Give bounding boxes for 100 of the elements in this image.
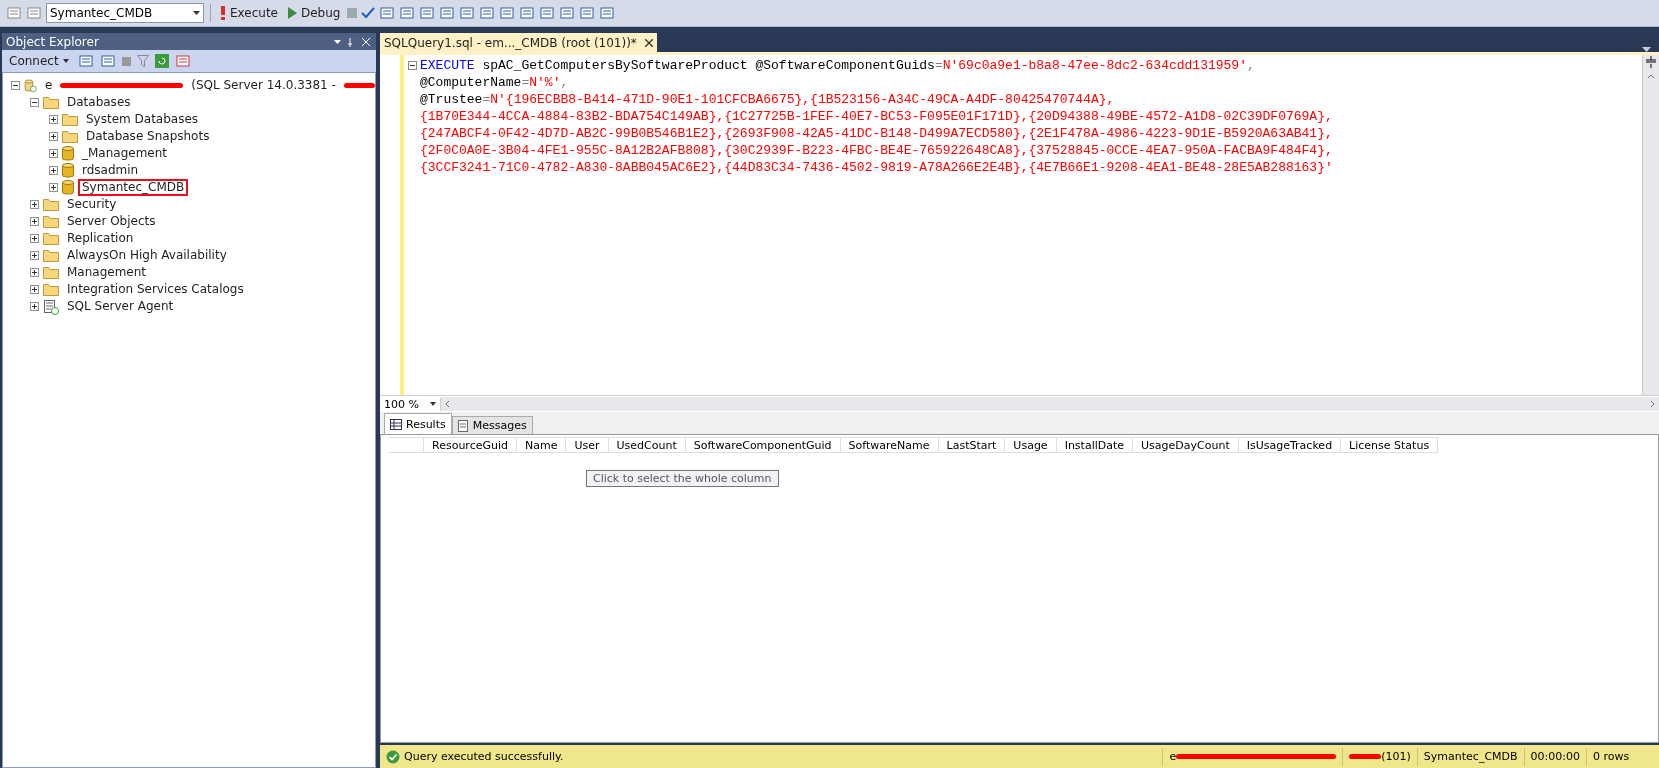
tree-item[interactable]: rdsadmin [78,162,143,179]
expand-icon[interactable] [30,251,39,260]
grid-icon [390,418,402,430]
caret-icon [430,402,436,406]
expand-icon[interactable] [49,115,58,124]
toolbar-icon[interactable] [439,5,456,21]
column-header[interactable]: ResourceGuid [424,437,517,453]
row-header [389,437,424,453]
redaction-mark [1349,754,1382,759]
expand-icon[interactable] [49,149,58,158]
column-header[interactable]: UsageDayCount [1133,437,1239,453]
tree-item[interactable]: SQL Server Agent [63,298,178,315]
database-icon [62,146,74,161]
caret-icon [62,59,69,63]
tree-item[interactable]: Management [63,264,151,281]
status-message: Query executed successfully. [404,750,564,763]
tree-item[interactable]: Symantec_CMDB [78,179,189,196]
expand-icon[interactable] [49,166,58,175]
tree-item[interactable]: System Databases [82,111,203,128]
database-icon [62,163,74,178]
refresh-icon[interactable] [154,54,169,68]
expand-icon[interactable] [30,268,39,277]
tree-item[interactable]: Security [63,196,121,213]
database-name: Symantec_CMDB [1423,750,1518,763]
panel-controls-icon[interactable] [332,36,372,47]
document-tab[interactable]: SQLQuery1.sql - em..._CMDB (root (101))* [380,33,657,52]
toolbar-icon[interactable] [399,5,416,21]
server-icon [24,77,38,94]
checkmark-icon[interactable] [361,7,376,19]
column-header[interactable]: SoftwareComponentGuid [685,437,841,453]
column-header[interactable]: License Status [1341,437,1439,453]
expand-icon[interactable] [30,217,39,226]
folder-icon [43,198,59,211]
toolbar-icon[interactable] [539,5,556,21]
collapse-icon[interactable] [11,81,20,90]
expand-icon[interactable] [30,302,39,311]
toolbar-icon[interactable] [379,5,396,21]
toolbar-icon[interactable] [499,5,516,21]
toolbar-icon[interactable] [26,5,42,21]
tree-item[interactable]: AlwaysOn High Availability [63,247,231,264]
tree-item[interactable]: Replication [63,230,138,247]
user-name: (101) [1381,750,1411,763]
filter-icon[interactable] [136,55,149,67]
code-line: {2F0C0A0E-3B04-4FE1-955C-8A12B2AFB808},{30C2939F-B223-4FBC-BE4E-765922648CA8},{37528845-0CCE-4EA7-950A-FACBA9F484F4}, [420,142,1333,159]
toolbar-icon[interactable] [519,5,536,21]
debug-button[interactable]: Debug [285,2,344,24]
results-tab[interactable]: Messages [451,416,533,434]
folder-icon [43,232,59,245]
toolbar-icon[interactable] [77,53,94,69]
play-icon [288,7,297,19]
folder-icon [43,283,59,296]
tree-item[interactable]: e [41,77,57,94]
toolbar-icon[interactable] [479,5,496,21]
folder-icon [43,266,59,279]
expand-icon[interactable] [30,285,39,294]
toolbar-icon[interactable] [559,5,576,21]
database-dropdown[interactable]: Symantec_CMDB [46,3,204,23]
column-header[interactable]: UsedCount [608,437,686,453]
tree-item[interactable]: Server Objects [63,213,160,230]
tree-item[interactable]: Database Snapshots [82,128,214,145]
column-header[interactable]: IsUsageTracked [1238,437,1342,453]
execute-button[interactable]: Execute [217,2,281,24]
results-tab[interactable]: Results [384,413,452,434]
database-icon [62,180,74,195]
expand-icon[interactable] [30,200,39,209]
code-line: EXECUTE spAC_GetComputersBySoftwareProduct @SoftwareComponentGuids=N'69c0a9e1-b8a8-47ee-8dc2-634cdd131959', [420,57,1255,74]
close-icon[interactable] [644,38,653,47]
tree-item[interactable]: Databases [63,94,135,111]
connect-button[interactable]: Connect [6,50,72,72]
expand-icon[interactable] [30,234,39,243]
folder-icon [43,249,59,262]
column-header[interactable]: InstallDate [1056,437,1134,453]
code-line: {3CCF3241-71C0-4782-A830-8ABB045AC6E2},{44D83C34-7436-4502-9819-A78A266E2E4B},{4E7B66E1-9208-4EA1-BE48-28E5AB288163}' [420,159,1333,176]
column-header[interactable]: SoftwareName [840,437,939,453]
panel-title: Object Explorer [6,34,99,49]
folder-icon [43,215,59,228]
column-header[interactable]: Usage [1005,437,1057,453]
toolbar-icon[interactable] [459,5,476,21]
split-icon[interactable] [1643,55,1659,69]
elapsed-time: 00:00:00 [1530,750,1580,763]
toolbar-icon[interactable] [599,5,616,21]
column-header[interactable]: Name [517,437,567,453]
toolbar-icon[interactable] [99,53,116,69]
toolbar-icon[interactable] [6,5,22,21]
code-line: @ComputerName=N'%', [420,74,569,91]
expand-icon[interactable] [49,132,58,141]
folder-icon [62,113,78,126]
row-count: 0 rows [1593,750,1630,763]
tree-item[interactable]: Integration Services Catalogs [63,281,248,298]
expand-icon[interactable] [49,183,58,192]
stop-icon[interactable] [121,56,131,66]
toolbar-icon[interactable] [579,5,596,21]
collapse-icon[interactable] [408,61,417,70]
tree-item[interactable]: _Management [78,145,172,162]
toolbar-icon[interactable] [174,53,191,69]
column-header[interactable]: LastStart [938,437,1006,453]
column-header[interactable]: User [566,437,609,453]
toolbar-icon[interactable] [419,5,436,21]
collapse-icon[interactable] [30,98,39,107]
agent-icon [43,298,59,315]
